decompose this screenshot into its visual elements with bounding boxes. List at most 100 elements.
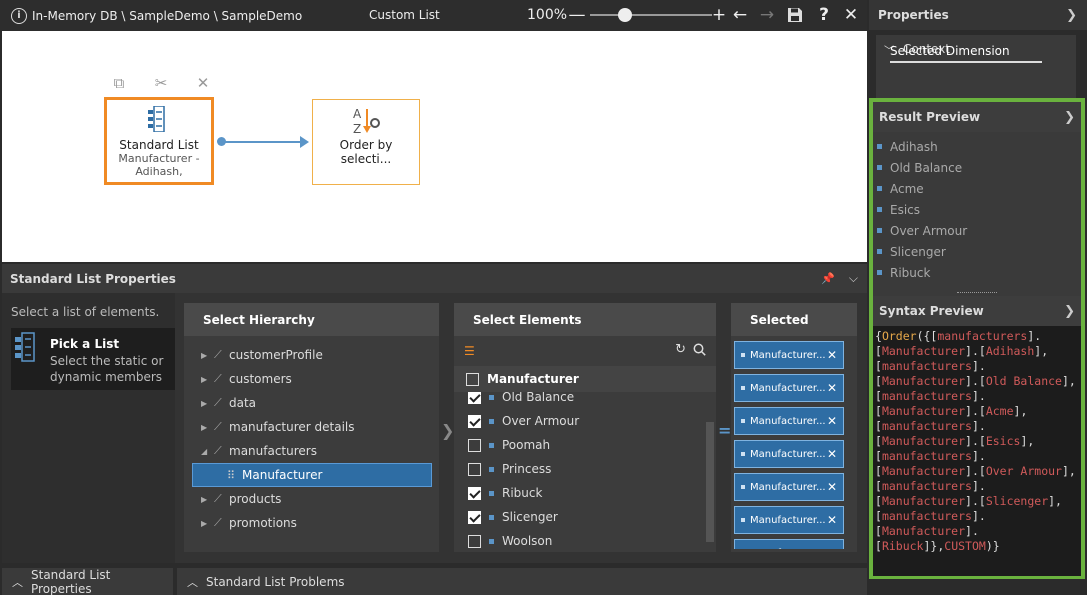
syntax-preview-header[interactable]: Syntax Preview ❯: [873, 296, 1081, 326]
selected-chip[interactable]: Manufacturer...✕: [734, 407, 844, 435]
remove-icon[interactable]: ✕: [827, 348, 837, 362]
tab-standard-list-properties[interactable]: ︿ Standard List Properties: [2, 568, 173, 595]
element-item[interactable]: Woolson: [454, 529, 716, 552]
hierarchy-item[interactable]: ⠿ Manufacturer: [192, 463, 432, 487]
hierarchy-item[interactable]: ▶ ⟋ data: [184, 391, 439, 415]
zoom-in-icon[interactable]: +: [709, 5, 729, 25]
properties-title: Properties: [878, 8, 949, 22]
remove-icon[interactable]: ✕: [827, 447, 837, 461]
info-icon[interactable]: i: [11, 7, 27, 24]
element-checkbox[interactable]: [468, 510, 481, 524]
scrollbar[interactable]: [706, 422, 714, 542]
selected-chip[interactable]: Manufacturer...✕: [734, 539, 844, 549]
chevron-right-icon[interactable]: ▶: [201, 423, 207, 432]
copy-icon[interactable]: ⧉: [110, 74, 128, 92]
member-icon: [877, 186, 882, 191]
element-checkbox[interactable]: [468, 486, 481, 500]
close-icon[interactable]: ✕: [841, 5, 861, 25]
element-item[interactable]: Princess: [454, 457, 716, 481]
result-item: Esics: [873, 199, 1081, 220]
properties-header[interactable]: Properties ❯: [869, 0, 1087, 30]
element-checkbox[interactable]: [468, 414, 481, 428]
elements-list[interactable]: Old Balance Over Armour Poomah Princess Ribu…: [454, 392, 716, 552]
cut-icon[interactable]: ✂: [152, 74, 170, 92]
search-icon[interactable]: [693, 343, 706, 359]
remove-icon[interactable]: ✕: [827, 513, 837, 527]
chevron-down-icon[interactable]: ⌵: [849, 271, 858, 286]
element-checkbox[interactable]: [468, 462, 481, 476]
chevron-right-icon[interactable]: ▶: [201, 519, 207, 528]
element-item[interactable]: Ribuck: [454, 481, 716, 505]
dimension-header[interactable]: Manufacturer: [454, 366, 716, 392]
select-all-checkbox[interactable]: [466, 372, 479, 386]
chevron-right-icon[interactable]: ▶: [201, 399, 207, 408]
remove-icon[interactable]: ✕: [827, 546, 837, 549]
order-node[interactable]: AZ Order by selecti...: [312, 99, 420, 185]
chevron-right-icon[interactable]: ❯: [1064, 110, 1075, 125]
syntax-token: CUSTOM: [944, 539, 986, 553]
element-item[interactable]: Over Armour: [454, 409, 716, 433]
remove-icon[interactable]: ✕: [827, 381, 837, 395]
pick-a-list-option[interactable]: Pick a List Select the static or dynamic…: [11, 328, 175, 390]
title-bar: i In-Memory DB \ SampleDemo \ SampleDemo…: [0, 0, 867, 31]
result-label: Ribuck: [890, 265, 931, 280]
selected-chip[interactable]: Manufacturer...✕: [734, 440, 844, 468]
result-label: Slicenger: [890, 244, 946, 259]
hierarchy-item[interactable]: ▶ ⟋ manufacturer details: [184, 415, 439, 439]
chevron-right-icon[interactable]: ❯: [1066, 8, 1077, 23]
element-checkbox[interactable]: [468, 534, 481, 548]
help-icon[interactable]: ?: [814, 5, 834, 25]
selected-chip[interactable]: Manufacturer...✕: [734, 473, 844, 501]
remove-icon[interactable]: ✕: [827, 414, 837, 428]
selected-chip[interactable]: Manufacturer...✕: [734, 341, 844, 369]
chevron-right-icon[interactable]: ▶: [201, 495, 207, 504]
hierarchy-item[interactable]: ▶ ⟋ customers: [184, 367, 439, 391]
delete-icon[interactable]: ✕: [194, 74, 212, 92]
filter-list-icon[interactable]: ☰: [464, 344, 475, 358]
zoom-out-icon[interactable]: —: [567, 5, 587, 25]
chevron-up-icon: ︿: [12, 575, 23, 589]
result-preview-header[interactable]: Result Preview ❯: [873, 102, 1081, 132]
syntax-token: Adihash: [985, 344, 1035, 358]
element-item[interactable]: Poomah: [454, 433, 716, 457]
element-item[interactable]: Old Balance: [454, 392, 716, 409]
pin-icon[interactable]: 📌: [821, 272, 835, 285]
panel-title: Select Hierarchy: [184, 303, 439, 336]
hierarchy-item[interactable]: ◢ ⟋ manufacturers: [184, 439, 439, 463]
zoom-level: 100%: [527, 7, 568, 23]
remove-icon[interactable]: ✕: [827, 480, 837, 494]
element-checkbox[interactable]: [468, 438, 481, 452]
level-icon: ⠿: [227, 468, 236, 482]
syntax-token: Old Balance: [985, 374, 1062, 388]
zoom-slider-handle[interactable]: [618, 8, 632, 22]
redo-icon[interactable]: →: [757, 5, 777, 25]
chevron-right-icon[interactable]: ❯: [441, 421, 454, 440]
element-item[interactable]: Slicenger: [454, 505, 716, 529]
elements-toolbar: ☰ ↻: [454, 336, 716, 366]
selected-dimension-tab[interactable]: Selected Dimension: [890, 44, 1042, 63]
hierarchy-item[interactable]: ▶ ⟋ promotions: [184, 511, 439, 535]
save-icon[interactable]: [785, 5, 805, 25]
element-checkbox[interactable]: [468, 392, 481, 404]
hierarchy-icon: ⟋: [214, 372, 222, 385]
chevron-right-icon[interactable]: ▶: [201, 351, 207, 360]
hierarchy-item[interactable]: ▶ ⟋ products: [184, 487, 439, 511]
chevron-right-icon[interactable]: ▶: [201, 375, 207, 384]
hierarchy-item[interactable]: ▶ ⟋ customerProfile: [184, 343, 439, 367]
refresh-icon[interactable]: ↻: [675, 342, 686, 357]
chevron-right-icon[interactable]: ❯: [1064, 304, 1075, 319]
panel-title: Selected: [731, 303, 857, 336]
undo-icon[interactable]: ←: [730, 5, 750, 25]
syntax-token: ].[: [965, 344, 986, 358]
dimension-label: Manufacturer: [487, 372, 579, 386]
standard-list-node[interactable]: Standard List Manufacturer - Adihash,: [104, 97, 214, 185]
member-icon: [489, 514, 494, 520]
flow-canvas[interactable]: ⧉ ✂ ✕ Standard List Manufacturer - Adiha…: [2, 31, 867, 262]
tab-standard-list-problems[interactable]: ︿ Standard List Problems: [177, 568, 867, 595]
panel-title: Standard List Properties: [10, 271, 176, 286]
selected-chip[interactable]: Manufacturer...✕: [734, 374, 844, 402]
chevron-down-icon[interactable]: ◢: [201, 447, 207, 456]
member-icon: [741, 485, 745, 489]
zoom-slider[interactable]: [590, 14, 712, 16]
selected-chip[interactable]: Manufacturer...✕: [734, 506, 844, 534]
